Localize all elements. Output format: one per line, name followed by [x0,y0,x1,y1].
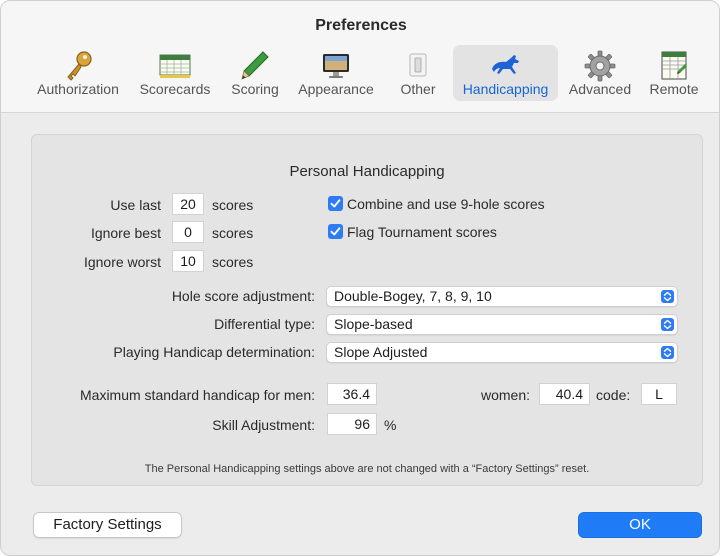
skill-adjustment-unit: % [384,417,397,433]
max-handicap-women-input[interactable]: 40.4 [539,383,590,405]
differential-type-label: Differential type: [214,316,315,332]
use-last-input[interactable]: 20 [172,193,204,215]
max-handicap-women-label: women: [481,387,531,403]
section-title: Personal Handicapping [289,163,445,180]
tab-label: Authorization [37,81,119,97]
ignore-worst-label: Ignore worst [83,254,161,270]
flag-tournament-checkbox[interactable] [328,224,343,239]
tab-label: Scorecards [139,81,211,97]
select-value: Double-Bogey, 7, 8, 9, 10 [334,288,492,304]
code-input[interactable]: L [641,383,677,405]
tab-label: Remote [649,81,699,97]
use-last-label: Use last [110,197,161,213]
flag-tournament-label: Flag Tournament scores [347,224,497,240]
select-value: Slope-based [334,316,413,332]
tab-label: Other [400,81,436,97]
combine-9-hole-label: Combine and use 9-hole scores [347,196,545,212]
chevron-updown-icon [661,290,674,303]
tab-appearance[interactable]: Appearance [293,45,379,101]
remote-scorecard-icon [656,49,692,83]
use-last-unit: scores [212,197,254,213]
tab-other[interactable]: Other [391,45,445,101]
chevron-updown-icon [661,346,674,359]
tab-label: Appearance [298,81,374,97]
ignore-best-input[interactable]: 0 [172,221,204,243]
playing-handicap-select[interactable]: Slope Adjusted [326,342,678,363]
key-icon [60,49,96,83]
tab-advanced[interactable]: Advanced [564,45,636,101]
ok-button[interactable]: OK [578,512,702,538]
factory-reset-note: The Personal Handicapping settings above… [144,463,590,475]
pencil-icon [237,49,273,83]
switch-icon [400,49,436,83]
max-handicap-men-input[interactable]: 36.4 [327,383,377,405]
hole-score-adjustment-select[interactable]: Double-Bogey, 7, 8, 9, 10 [326,286,678,307]
hole-score-adjustment-label: Hole score adjustment: [171,288,315,304]
tab-label: Advanced [568,81,632,97]
tab-label: Scoring [231,81,279,97]
preferences-window: Preferences Authorization Scorecards Sco… [0,0,720,556]
max-handicap-men-label: Maximum standard handicap for men: [80,387,315,403]
tab-handicapping[interactable]: Handicapping [453,45,558,101]
ignore-worst-input[interactable]: 10 [172,250,204,272]
differential-type-select[interactable]: Slope-based [326,314,678,335]
tab-scoring[interactable]: Scoring [225,45,285,101]
ignore-worst-unit: scores [212,254,254,270]
gear-icon [582,49,618,83]
select-value: Slope Adjusted [334,344,428,360]
factory-settings-button[interactable]: Factory Settings [33,512,182,538]
tab-authorization[interactable]: Authorization [31,45,125,101]
ignore-best-label: Ignore best [90,225,161,241]
chevron-updown-icon [661,318,674,331]
skill-adjustment-input[interactable]: 96 [327,413,377,435]
playing-handicap-label: Playing Handicap determination: [113,344,315,360]
combine-9-hole-checkbox[interactable] [328,196,343,211]
checkmark-icon [330,199,341,208]
tab-scorecards[interactable]: Scorecards [133,45,217,101]
code-label: code: [596,387,631,403]
skill-adjustment-label: Skill Adjustment: [212,417,315,433]
tab-remote[interactable]: Remote [643,45,705,101]
window-title: Preferences [315,17,407,34]
ignore-best-unit: scores [212,225,254,241]
scorecard-icon [157,49,193,83]
tab-label: Handicapping [462,81,549,97]
monitor-icon [318,49,354,83]
checkmark-icon [330,227,341,236]
horse-icon [488,49,524,83]
toolbar: Preferences Authorization Scorecards Sco… [1,1,719,113]
